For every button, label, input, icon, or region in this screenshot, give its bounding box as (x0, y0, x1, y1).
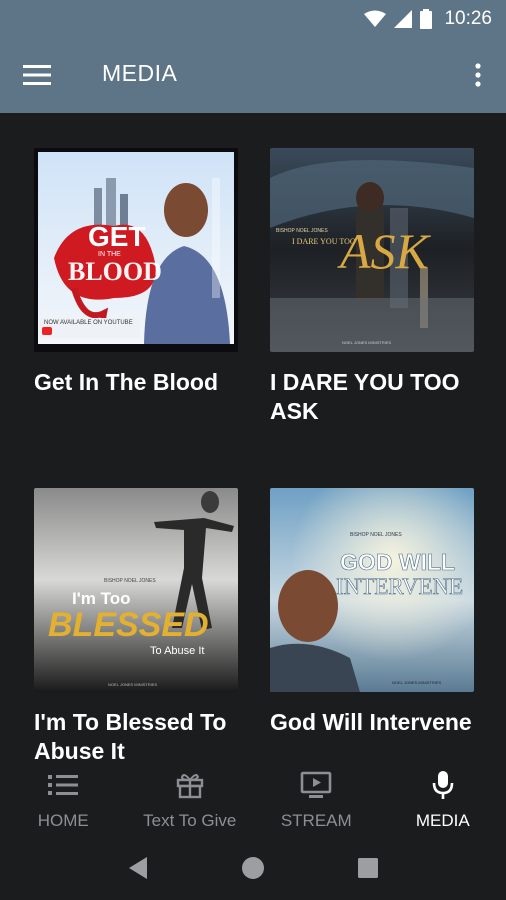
nav-label-home: HOME (37, 811, 89, 830)
status-bar: 10:26 (0, 0, 506, 38)
nav-item-stream[interactable]: STREAM (253, 763, 380, 835)
nav-label-media: MEDIA (415, 811, 470, 830)
recents-square-icon (358, 857, 379, 878)
battery-icon (420, 9, 433, 29)
microphone-icon (432, 769, 454, 801)
overflow-menu-button[interactable] (468, 58, 488, 92)
nav-item-media[interactable]: MEDIA (380, 763, 506, 835)
art-byline: BISHOP NOEL JONES (350, 532, 402, 538)
media-card-i-dare-you-too-ask[interactable]: BISHOP NOEL JONES I DARE YOU TOO ASK NOE… (270, 148, 474, 426)
album-art-i-dare-you-too-ask: BISHOP NOEL JONES I DARE YOU TOO ASK NOE… (270, 148, 474, 352)
media-grid: NOW AVAILABLE ON YOUTUBE GET IN THE BLOO… (0, 113, 506, 763)
media-card-god-will-intervene[interactable]: BISHOP NOEL JONES GOD WILL INTERVENE NOE… (270, 488, 474, 737)
media-thumbnail[interactable]: NOW AVAILABLE ON YOUTUBE GET IN THE BLOO… (34, 148, 238, 352)
art-byline: BISHOP NOEL JONES (276, 228, 328, 234)
art-banner-text: NOW AVAILABLE ON YOUTUBE (44, 320, 133, 326)
art-byline: BISHOP NOEL JONES (104, 578, 156, 584)
art-line1: GET (88, 221, 146, 252)
media-title[interactable]: I DARE YOU TOO ASK (270, 368, 490, 426)
art-big: BLESSED (48, 606, 209, 644)
media-card-get-in-the-blood[interactable]: NOW AVAILABLE ON YOUTUBE GET IN THE BLOO… (34, 148, 238, 397)
wifi-icon (364, 10, 387, 28)
bottom-nav: HOME Text To Give STREAM MEDIA (0, 763, 506, 835)
home-button[interactable] (233, 848, 273, 888)
art-line1: GOD WILL (340, 549, 455, 575)
art-footer: NOEL JONES MINISTRIES (342, 340, 392, 345)
nav-item-home[interactable]: HOME (0, 763, 127, 835)
media-title[interactable]: God Will Intervene (270, 708, 490, 737)
media-card-im-to-blessed[interactable]: BISHOP NOEL JONES I'm Too BLESSED To Abu… (34, 488, 238, 763)
art-big: ASK (337, 223, 432, 279)
recents-button[interactable] (348, 848, 388, 888)
nav-item-text-to-give[interactable]: Text To Give (127, 763, 254, 835)
system-nav-bar (0, 835, 506, 900)
album-art-im-too-blessed: BISHOP NOEL JONES I'm Too BLESSED To Abu… (34, 488, 238, 692)
media-title[interactable]: Get In The Blood (34, 368, 254, 397)
art-line2: BLOOD (68, 257, 162, 286)
art-footer: NOEL JONES MINISTRIES (392, 680, 442, 685)
album-art-get-in-the-blood: NOW AVAILABLE ON YOUTUBE GET IN THE BLOO… (34, 148, 238, 352)
back-triangle-icon (128, 856, 147, 879)
art-line3: To Abuse It (150, 645, 204, 657)
nav-label-stream: STREAM (280, 811, 352, 830)
app-bar: MEDIA (0, 38, 506, 113)
art-footer: NOEL JONES MINISTRIES (108, 682, 158, 687)
page-title: MEDIA (102, 60, 178, 86)
hamburger-icon (23, 65, 51, 85)
art-line2: INTERVENE (336, 574, 463, 599)
cell-signal-icon (394, 10, 413, 28)
media-thumbnail[interactable]: BISHOP NOEL JONES GOD WILL INTERVENE NOE… (270, 488, 474, 692)
screen: 10:26 MEDIA NOW AVAILABLE ON YOUTUBE GET… (0, 0, 506, 900)
home-circle-icon (241, 856, 264, 879)
back-button[interactable] (118, 848, 158, 888)
media-thumbnail[interactable]: BISHOP NOEL JONES I'm Too BLESSED To Abu… (34, 488, 238, 692)
more-vert-icon (475, 63, 481, 87)
status-time: 10:26 (444, 8, 492, 29)
tv-icon (300, 769, 332, 801)
album-art-god-will-intervene: BISHOP NOEL JONES GOD WILL INTERVENE NOE… (270, 488, 474, 692)
gift-icon (176, 769, 204, 801)
menu-button[interactable] (20, 60, 54, 90)
nav-label-text-to-give: Text To Give (143, 811, 237, 830)
media-title[interactable]: I'm To Blessed To Abuse It (34, 708, 254, 763)
media-thumbnail[interactable]: BISHOP NOEL JONES I DARE YOU TOO ASK NOE… (270, 148, 474, 352)
list-icon (48, 769, 79, 801)
